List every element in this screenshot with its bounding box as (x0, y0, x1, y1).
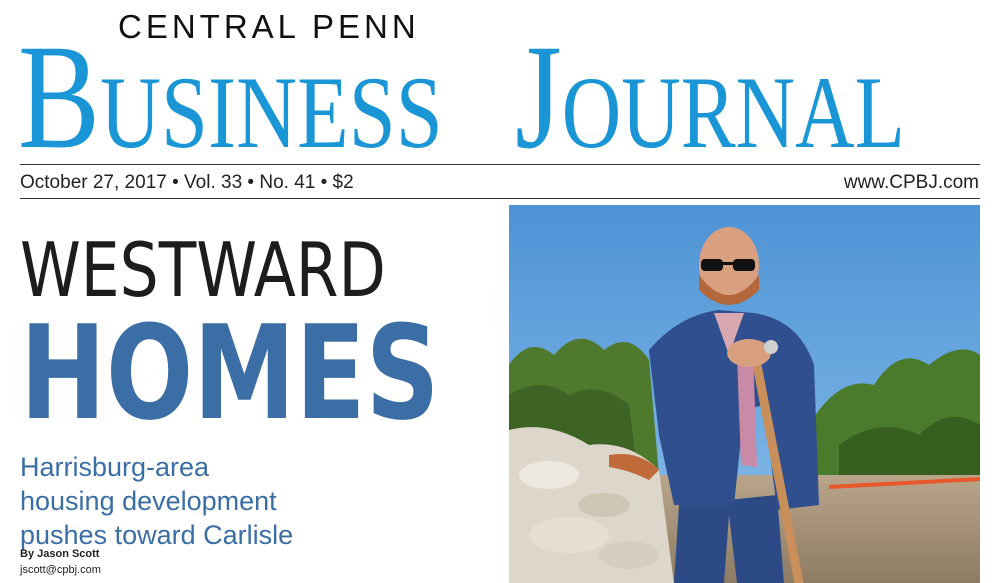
rock (578, 493, 630, 517)
byline: By Jason Scott (20, 548, 100, 560)
rock (519, 461, 579, 489)
cover-photo-illustration (509, 205, 980, 583)
rock (529, 517, 609, 553)
wristwatch (764, 340, 778, 354)
headline-line-2: HOMES (20, 297, 440, 449)
cover-photo (509, 205, 980, 583)
sunglasses-right (733, 259, 755, 271)
deck-line: Harrisburg-area (20, 452, 210, 482)
story-deck: Harrisburg-area housing development push… (20, 450, 293, 552)
author-email[interactable]: jscott@cpbj.com (20, 564, 101, 576)
masthead-word-journal: JOURNAL (515, 14, 906, 180)
deck-line: housing development (20, 486, 277, 516)
rock (599, 541, 659, 569)
masthead-logo: BUSINESS JOURNAL (18, 14, 905, 180)
masthead-word-business: BUSINESS (18, 14, 443, 180)
man-hands (727, 339, 771, 367)
deck-line: pushes toward Carlisle (20, 520, 294, 550)
masthead-rule-top (20, 164, 980, 165)
sunglasses-bridge (721, 262, 735, 265)
issue-dateline: October 27, 2017 • Vol. 33 • No. 41 • $2 (20, 172, 354, 193)
website-link[interactable]: www.CPBJ.com (844, 172, 979, 194)
masthead-rule-bottom (20, 198, 980, 199)
sunglasses-left (701, 259, 723, 271)
